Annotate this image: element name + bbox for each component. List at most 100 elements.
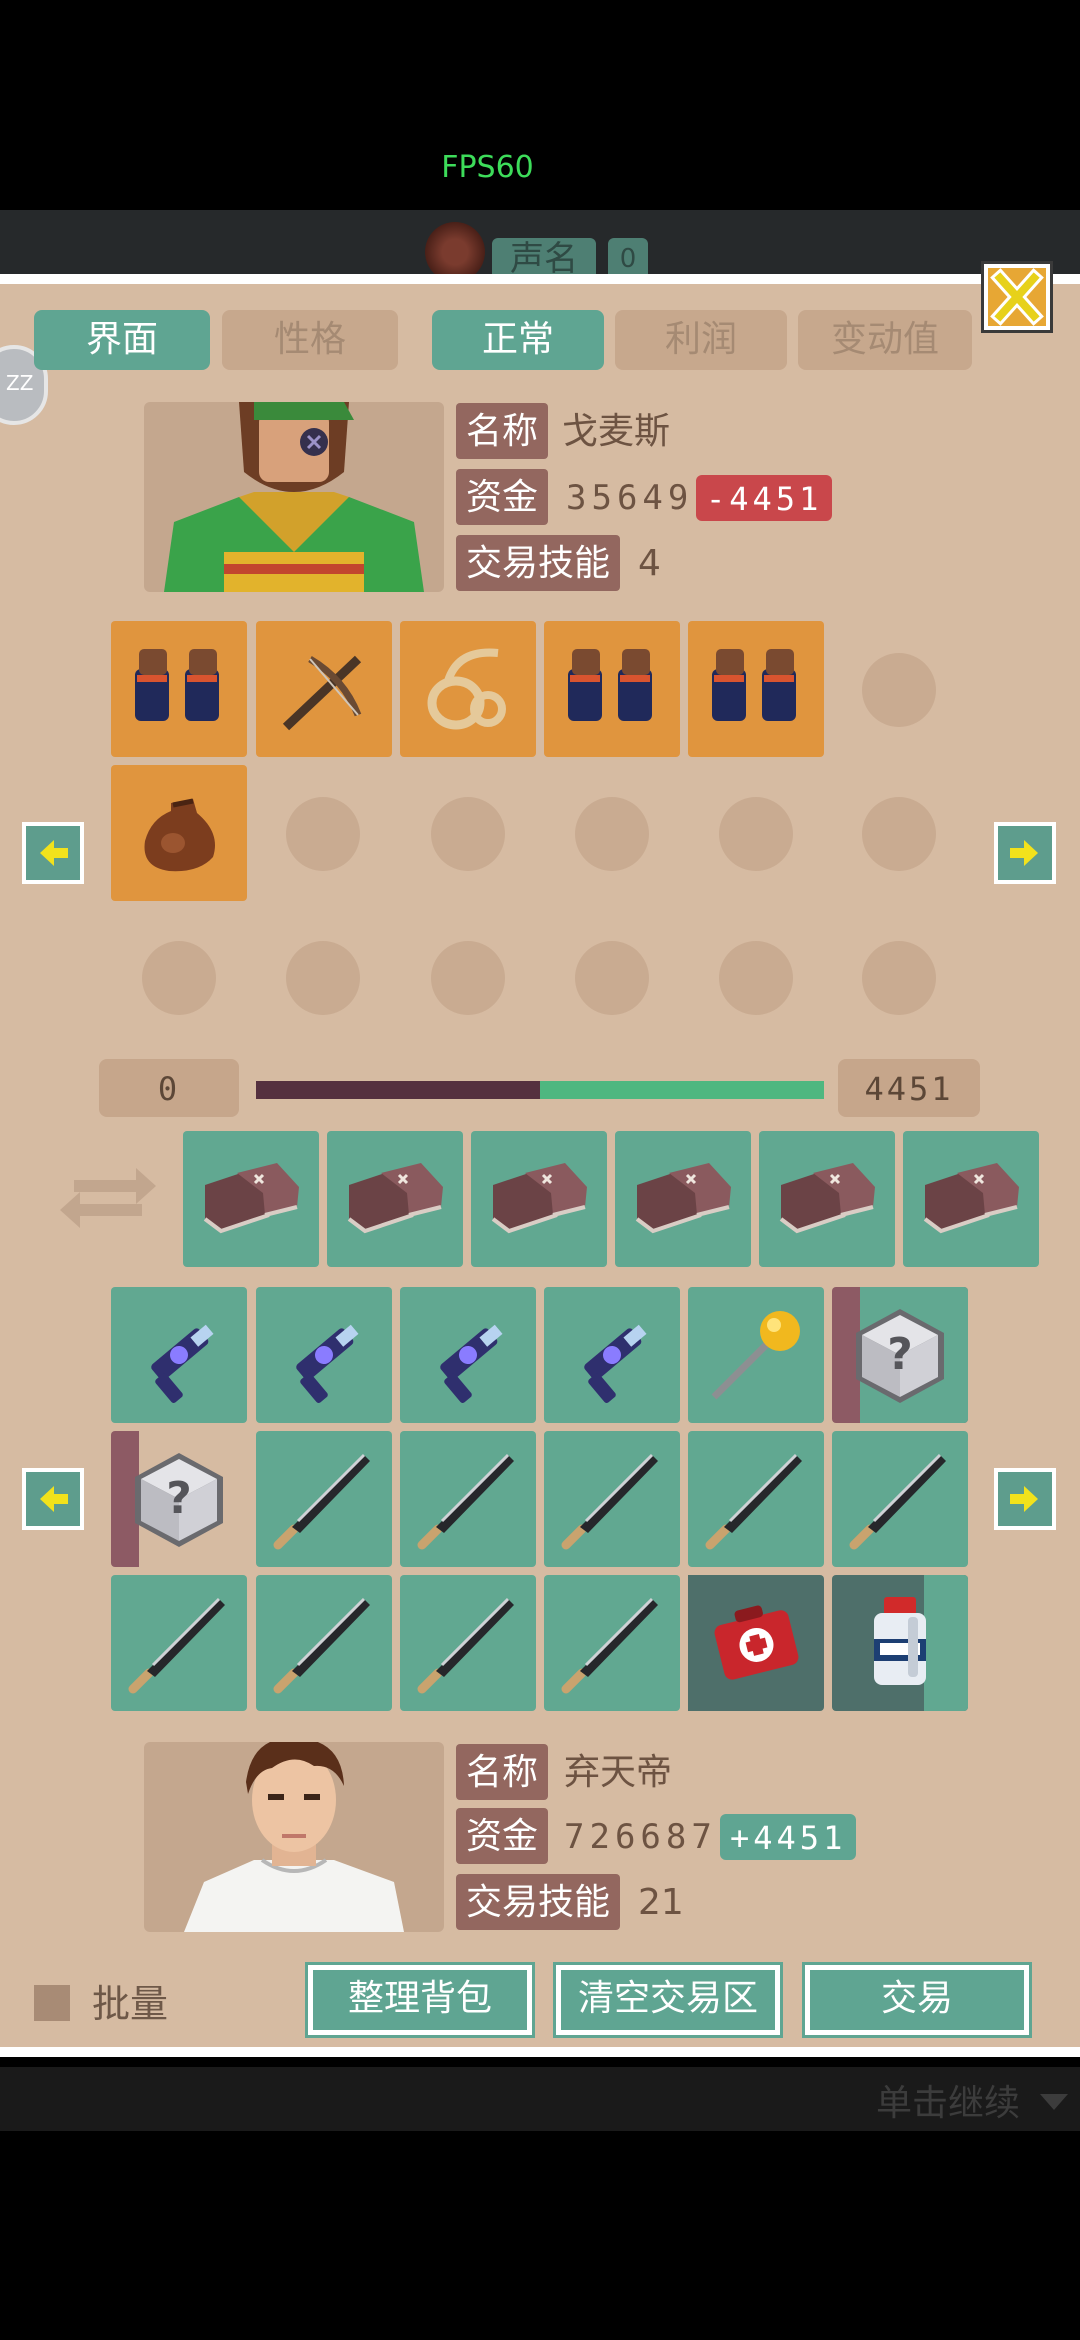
close-button[interactable] [984,264,1050,330]
merchant-skill: 4 [638,543,661,584]
chevron-down-icon [1040,2094,1068,2110]
trade-slot[interactable] [759,1131,895,1267]
empty-slot[interactable] [142,941,216,1015]
merchant-name: 戈麦斯 [562,411,671,452]
trade-balance-bar [256,1081,824,1099]
merchant-slot[interactable] [256,621,392,757]
svg-text:?: ? [887,1329,913,1380]
arrow-right-icon [1010,840,1038,866]
energy-gun-icon [296,1324,359,1403]
tab-change-value[interactable]: 变动值 [798,310,972,370]
leather-shoes-icon [491,1163,587,1234]
merchant-slot[interactable] [111,621,247,757]
trade-slot[interactable] [903,1131,1039,1267]
empty-slot[interactable] [862,653,936,727]
empty-slot[interactable] [431,941,505,1015]
player-slot[interactable] [832,1431,968,1567]
merchant-slot[interactable] [688,621,824,757]
player-slot[interactable] [400,1575,536,1711]
empty-slot[interactable] [862,797,936,871]
background-avatar [425,222,485,282]
trade-slot[interactable] [615,1131,751,1267]
arrow-left-icon [40,1486,68,1512]
tab-personality[interactable]: 性格 [222,310,398,370]
medkit-icon [714,1605,799,1680]
player-funds-change: +4451 [720,1814,857,1860]
empty-slot[interactable] [862,941,936,1015]
player-slot[interactable] [688,1431,824,1567]
empty-slot[interactable] [575,941,649,1015]
merchant-slot[interactable] [544,621,680,757]
trade-balance-fill [540,1081,824,1099]
player-slot[interactable]: ? [832,1287,968,1423]
trade-slot[interactable] [183,1131,319,1267]
player-slot[interactable] [400,1287,536,1423]
fps-counter: FPS60 [441,150,534,185]
empty-slot[interactable] [719,797,793,871]
player-slot[interactable] [688,1575,824,1711]
leather-shoes-icon [635,1163,731,1234]
machete-icon [128,1597,225,1694]
sort-inventory-button[interactable]: 整理背包 [308,1965,532,2035]
machete-icon [417,1453,514,1550]
merchant-next-page-button[interactable] [994,822,1056,884]
leather-shoes-icon [779,1163,875,1234]
player-slot[interactable] [256,1287,392,1423]
player-name: 弃天帝 [564,1752,673,1793]
player-slot[interactable] [400,1431,536,1567]
continue-hint[interactable]: 单击继续 [876,2074,1020,2126]
merchant-slot[interactable] [111,765,247,901]
empty-slot[interactable] [575,797,649,871]
gauntlet-icon [712,649,796,721]
empty-slot[interactable] [286,941,360,1015]
golden-staff-icon [711,1311,800,1400]
pouch-icon [144,798,215,872]
machete-icon [273,1597,370,1694]
tab-normal[interactable]: 正常 [432,310,604,370]
leather-shoes-icon [347,1163,443,1234]
clear-trade-area-button[interactable]: 清空交易区 [556,1965,780,2035]
machete-icon [849,1453,946,1550]
empty-slot[interactable] [719,941,793,1015]
tab-interface[interactable]: 界面 [34,310,210,370]
gauntlet-icon [568,649,652,721]
trade-button[interactable]: 交易 [805,1965,1029,2035]
player-slot[interactable] [688,1287,824,1423]
arrow-right-icon [1010,1486,1038,1512]
merchant-skill-label: 交易技能 [456,535,621,591]
player-slot[interactable]: ? [111,1431,247,1567]
player-slot[interactable] [544,1431,680,1567]
player-slot[interactable] [544,1287,680,1423]
empty-slot[interactable] [431,797,505,871]
player-slot[interactable] [544,1575,680,1711]
player-next-page-button[interactable] [994,1468,1056,1530]
player-slot[interactable] [256,1431,392,1567]
machete-icon [273,1453,370,1550]
player-slot[interactable] [111,1287,247,1423]
energy-gun-icon [151,1324,214,1403]
merchant-portrait [144,402,444,592]
trade-slot[interactable] [471,1131,607,1267]
merchant-slot[interactable] [400,621,536,757]
player-slot[interactable] [832,1575,968,1711]
mystery-cube-icon: ? [135,1453,223,1547]
leather-shoes-icon [203,1163,299,1234]
merchant-prev-page-button[interactable] [22,822,84,884]
crossbow-icon [282,655,362,731]
machete-icon [417,1597,514,1694]
player-name-label: 名称 [456,1744,549,1800]
rope-icon [427,648,506,730]
gauntlet-icon [135,649,219,721]
player-prev-page-button[interactable] [22,1468,84,1530]
machete-icon [561,1453,658,1550]
trade-slot[interactable] [327,1131,463,1267]
swap-icon [60,1168,156,1228]
merchant-funds: 35649 [566,478,694,518]
empty-slot[interactable] [286,797,360,871]
tab-profit[interactable]: 利润 [615,310,787,370]
player-funds: 726687 [564,1817,717,1857]
swap-button[interactable] [56,1160,160,1236]
player-slot[interactable] [111,1575,247,1711]
player-slot[interactable] [256,1575,392,1711]
batch-checkbox[interactable] [34,1985,70,2021]
